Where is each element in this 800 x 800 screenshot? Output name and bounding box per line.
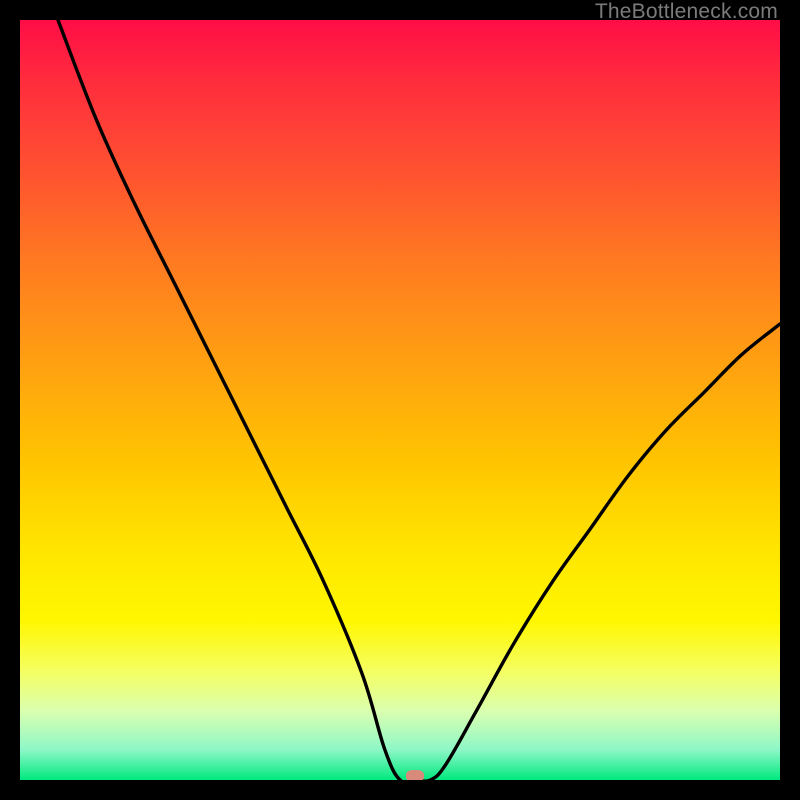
bottleneck-curve — [20, 20, 780, 780]
watermark-text: TheBottleneck.com — [595, 0, 778, 24]
minimum-marker-icon — [406, 770, 424, 780]
plot-area — [20, 20, 780, 780]
chart-frame: TheBottleneck.com — [0, 0, 800, 800]
